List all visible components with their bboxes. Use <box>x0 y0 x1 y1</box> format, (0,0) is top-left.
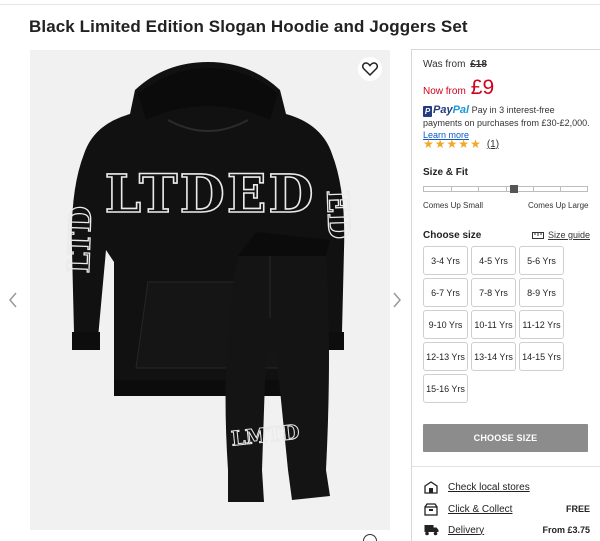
truck-icon <box>423 523 439 537</box>
star-icon: ★ <box>458 137 470 151</box>
collect-icon <box>423 502 439 516</box>
choose-size-button[interactable]: CHOOSE SIZE <box>423 424 588 452</box>
star-icon: ★ <box>446 137 458 151</box>
size-guide-link[interactable]: Size guide <box>532 230 590 240</box>
size-guide-label: Size guide <box>548 230 591 240</box>
product-title: Black Limited Edition Slogan Hoodie and … <box>29 17 468 36</box>
fit-scale-tick <box>560 187 561 191</box>
was-label: Was from <box>423 59 466 70</box>
size-option-button[interactable]: 11-12 Yrs <box>519 310 564 339</box>
size-option-button[interactable]: 14-15 Yrs <box>519 342 564 371</box>
ruler-icon <box>532 231 544 239</box>
product-image[interactable]: LTDED LTD ED LMTD <box>30 50 390 530</box>
size-option-button[interactable]: 7-8 Yrs <box>471 278 516 307</box>
top-divider <box>0 4 600 5</box>
previous-image-chevron-icon[interactable] <box>6 290 20 310</box>
paypal-message: P PayPal Pay in 3 interest-free payments … <box>423 104 593 141</box>
service-label: Check local stores <box>448 481 530 493</box>
size-option-button[interactable]: 15-16 Yrs <box>423 374 468 403</box>
was-price-value: £18 <box>470 59 487 70</box>
hoodie-joggers-illustration: LTDED LTD ED LMTD <box>61 62 356 502</box>
wishlist-heart-icon[interactable] <box>358 57 382 81</box>
size-option-button[interactable]: 12-13 Yrs <box>423 342 468 371</box>
size-option-button[interactable]: 5-6 Yrs <box>519 246 564 275</box>
size-option-button[interactable]: 10-11 Yrs <box>471 310 516 339</box>
size-option-button[interactable]: 4-5 Yrs <box>471 246 516 275</box>
service-value: From £3.75 <box>542 525 590 535</box>
size-options: 3-4 Yrs 4-5 Yrs 5-6 Yrs 6-7 Yrs 7-8 Yrs 8-9 Y… <box>423 246 591 403</box>
right-sleeve-print: ED <box>319 190 356 240</box>
was-price: Was from £18 <box>423 59 487 70</box>
star-icon: ★ <box>423 137 434 151</box>
review-count-link[interactable]: (1) <box>487 139 499 150</box>
zoom-icon[interactable] <box>363 534 377 541</box>
service-value: FREE <box>565 504 590 514</box>
size-option-button[interactable]: 9-10 Yrs <box>423 310 468 339</box>
next-image-chevron-icon[interactable] <box>390 290 404 310</box>
rating-stars[interactable]: ★ ★ ★ ★ ★ (1) <box>423 138 499 150</box>
fit-scale-tick <box>506 187 507 191</box>
star-icon: ★ <box>434 137 446 151</box>
size-option-button[interactable]: 6-7 Yrs <box>423 278 468 307</box>
fit-high-label: Comes Up Large <box>528 201 589 210</box>
now-label: Now from <box>423 86 466 97</box>
fit-scale-tick <box>533 187 534 191</box>
service-label: Delivery <box>448 524 485 536</box>
service-delivery[interactable]: Delivery From £3.75 <box>423 523 590 537</box>
paypal-p-icon: P <box>423 106 432 117</box>
left-sleeve-print: LTD <box>62 206 99 274</box>
size-fit-scale <box>423 185 588 193</box>
paypal-logo: P PayPal <box>423 104 470 117</box>
now-price-value: £9 <box>470 76 495 99</box>
fit-scale-tick <box>451 187 452 191</box>
fit-scale-marker <box>510 185 518 193</box>
store-icon <box>423 480 439 494</box>
size-option-button[interactable]: 13-14 Yrs <box>471 342 516 371</box>
services-divider <box>412 466 600 467</box>
choose-size-label: Choose size <box>423 230 482 241</box>
hoodie-print-text: LTDED <box>105 164 316 225</box>
size-option-button[interactable]: 8-9 Yrs <box>519 278 564 307</box>
fit-scale-tick <box>478 187 479 191</box>
star-icon: ★ <box>470 137 481 151</box>
size-fit-title: Size & Fit <box>423 167 469 178</box>
service-check-local-stores[interactable]: Check local stores <box>423 480 590 494</box>
service-click-collect[interactable]: Click & Collect FREE <box>423 502 590 516</box>
fit-low-label: Comes Up Small <box>423 201 484 210</box>
service-label: Click & Collect <box>448 503 513 515</box>
size-option-button[interactable]: 3-4 Yrs <box>423 246 468 275</box>
now-price: Now from £9 <box>423 76 494 100</box>
